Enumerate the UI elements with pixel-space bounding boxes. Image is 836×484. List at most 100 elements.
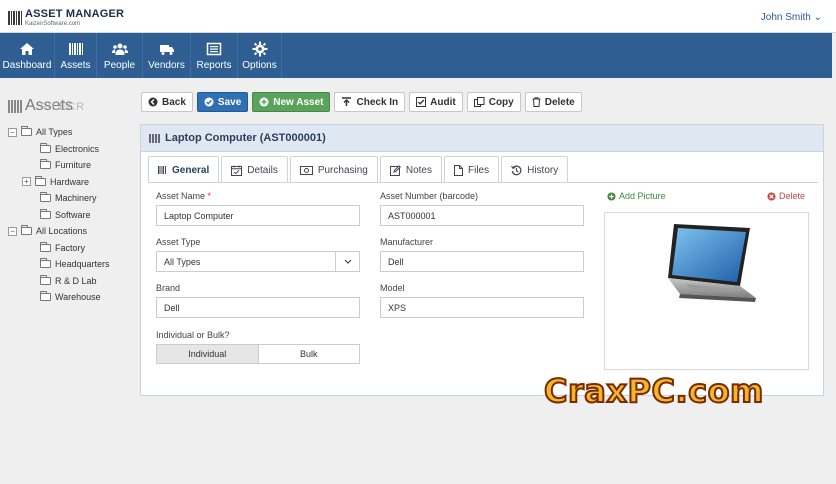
back-icon [148,97,158,107]
calendar-check-icon [231,165,243,176]
model-label: Model [380,283,405,293]
tab-general[interactable]: General [148,156,220,183]
asset-type-select[interactable]: All Types [156,251,360,272]
tab-label: History [527,164,559,176]
back-button[interactable]: Back [141,92,193,112]
tab-history[interactable]: History [501,156,569,183]
asset-name-label-text: Asset Name [156,191,206,201]
plus-circle-icon [259,97,269,107]
nav-people[interactable]: People [97,33,143,78]
sidebar-title: Assets FILECR [8,92,128,120]
plus-circle-icon [607,191,616,201]
folder-icon [21,225,32,236]
check-in-button[interactable]: Check In [334,92,406,112]
tree-item-headquarters[interactable]: Headquarters [8,256,128,273]
copy-icon [473,97,485,107]
logo-subtitle: KaizenSoftware.com [25,21,81,27]
tree-item-rd-lab[interactable]: R & D Lab [8,273,128,290]
barcode-icon [158,166,166,174]
brand-input[interactable]: Dell [156,297,360,318]
tree-item-factory[interactable]: Factory [8,240,128,257]
nav-label: Options [242,59,277,71]
add-picture-label: Add Picture [619,191,666,201]
tab-notes[interactable]: Notes [379,156,442,183]
asset-type-value: All Types [164,256,201,267]
asset-number-input[interactable]: AST000001 [380,205,584,226]
tab-files[interactable]: Files [443,156,500,183]
nav-label: Dashboard [2,59,52,71]
trash-icon [532,97,541,107]
folder-icon [40,258,51,269]
delete-button[interactable]: Delete [524,92,582,112]
bulk-option[interactable]: Bulk [259,345,360,363]
panel-header: Laptop Computer (AST000001) [141,125,823,152]
chevron-down-icon [335,252,359,271]
asset-name-input[interactable]: Laptop Computer [156,205,360,226]
laptop-image[interactable] [628,214,784,314]
save-label: Save [217,96,242,108]
chevron-down-icon: ⌄ [813,12,822,23]
audit-label: Audit [430,96,456,108]
tab-label: Details [247,164,278,176]
manufacturer-input[interactable]: Dell [380,251,584,272]
nav-vendors[interactable]: Vendors [143,33,191,78]
audit-button[interactable]: Audit [409,92,463,112]
folder-icon [40,159,51,170]
watermark-text: FILECR [40,101,86,113]
tree-item-all-types[interactable]: − All Types [8,124,128,141]
delete-picture-link[interactable]: Delete [767,191,805,201]
collapse-icon[interactable]: − [8,127,17,137]
nav-label: People [103,59,136,71]
user-menu[interactable]: John Smith ⌄ [761,12,822,23]
tree-item-warehouse[interactable]: Warehouse [8,289,128,306]
tree-label: Warehouse [55,292,101,303]
new-asset-label: New Asset [273,96,324,108]
watermark-overlay: CraxPC.com [543,371,764,411]
individual-option[interactable]: Individual [157,345,259,363]
expand-icon[interactable]: + [22,177,31,187]
delete-picture-label: Delete [779,191,806,201]
nav-reports[interactable]: Reports [191,33,238,78]
tab-label: Purchasing [317,164,368,176]
new-asset-button[interactable]: New Asset [252,92,331,112]
tab-bar: General Details Purchasing Notes Files H… [148,156,570,183]
tab-details[interactable]: Details [221,156,288,183]
folder-icon [35,175,46,186]
tree-item-software[interactable]: Software [8,207,128,224]
logo-title: ASSET MANAGER [25,8,125,20]
truck-icon [159,44,174,55]
nav-label: Reports [196,59,232,71]
tree-item-hardware[interactable]: + Hardware [8,174,128,191]
save-button[interactable]: Save [196,92,249,112]
model-input[interactable]: XPS [380,297,584,318]
barcode-logo-icon [8,11,22,25]
tree-item-furniture[interactable]: Furniture [8,157,128,174]
close-circle-icon [767,191,776,201]
add-picture-link[interactable]: Add Picture [607,191,666,201]
tree-label: R & D Lab [55,275,97,286]
nav-assets[interactable]: Assets [55,33,97,78]
edit-icon [389,164,401,176]
nav-label: Assets [60,59,91,71]
bulk-label: Individual or Bulk? [156,330,230,340]
copy-button[interactable]: Copy [466,92,521,112]
checkbox-icon [416,97,427,107]
tree-item-all-locations[interactable]: − All Locations [8,223,128,240]
tree-item-machinery[interactable]: Machinery [8,190,128,207]
individual-bulk-toggle: Individual Bulk [156,344,360,364]
tree-label: All Locations [36,226,88,237]
tab-label: General [172,164,210,176]
list-icon [206,42,222,55]
money-icon [299,165,313,175]
top-bar: ASSET MANAGER KaizenSoftware.com John Sm… [0,0,836,33]
collapse-icon[interactable]: − [8,226,17,236]
tree-label: All Types [36,127,73,138]
tab-purchasing[interactable]: Purchasing [289,156,378,183]
tree-item-electronics[interactable]: Electronics [8,141,128,158]
sidebar: Assets FILECR − All Types Electronics Fu… [8,92,128,306]
app-logo[interactable]: ASSET MANAGER KaizenSoftware.com [8,9,124,27]
folder-icon [21,126,32,137]
nav-options[interactable]: Options [238,33,282,78]
nav-dashboard[interactable]: Dashboard [0,33,55,78]
barcode-icon [8,99,22,113]
